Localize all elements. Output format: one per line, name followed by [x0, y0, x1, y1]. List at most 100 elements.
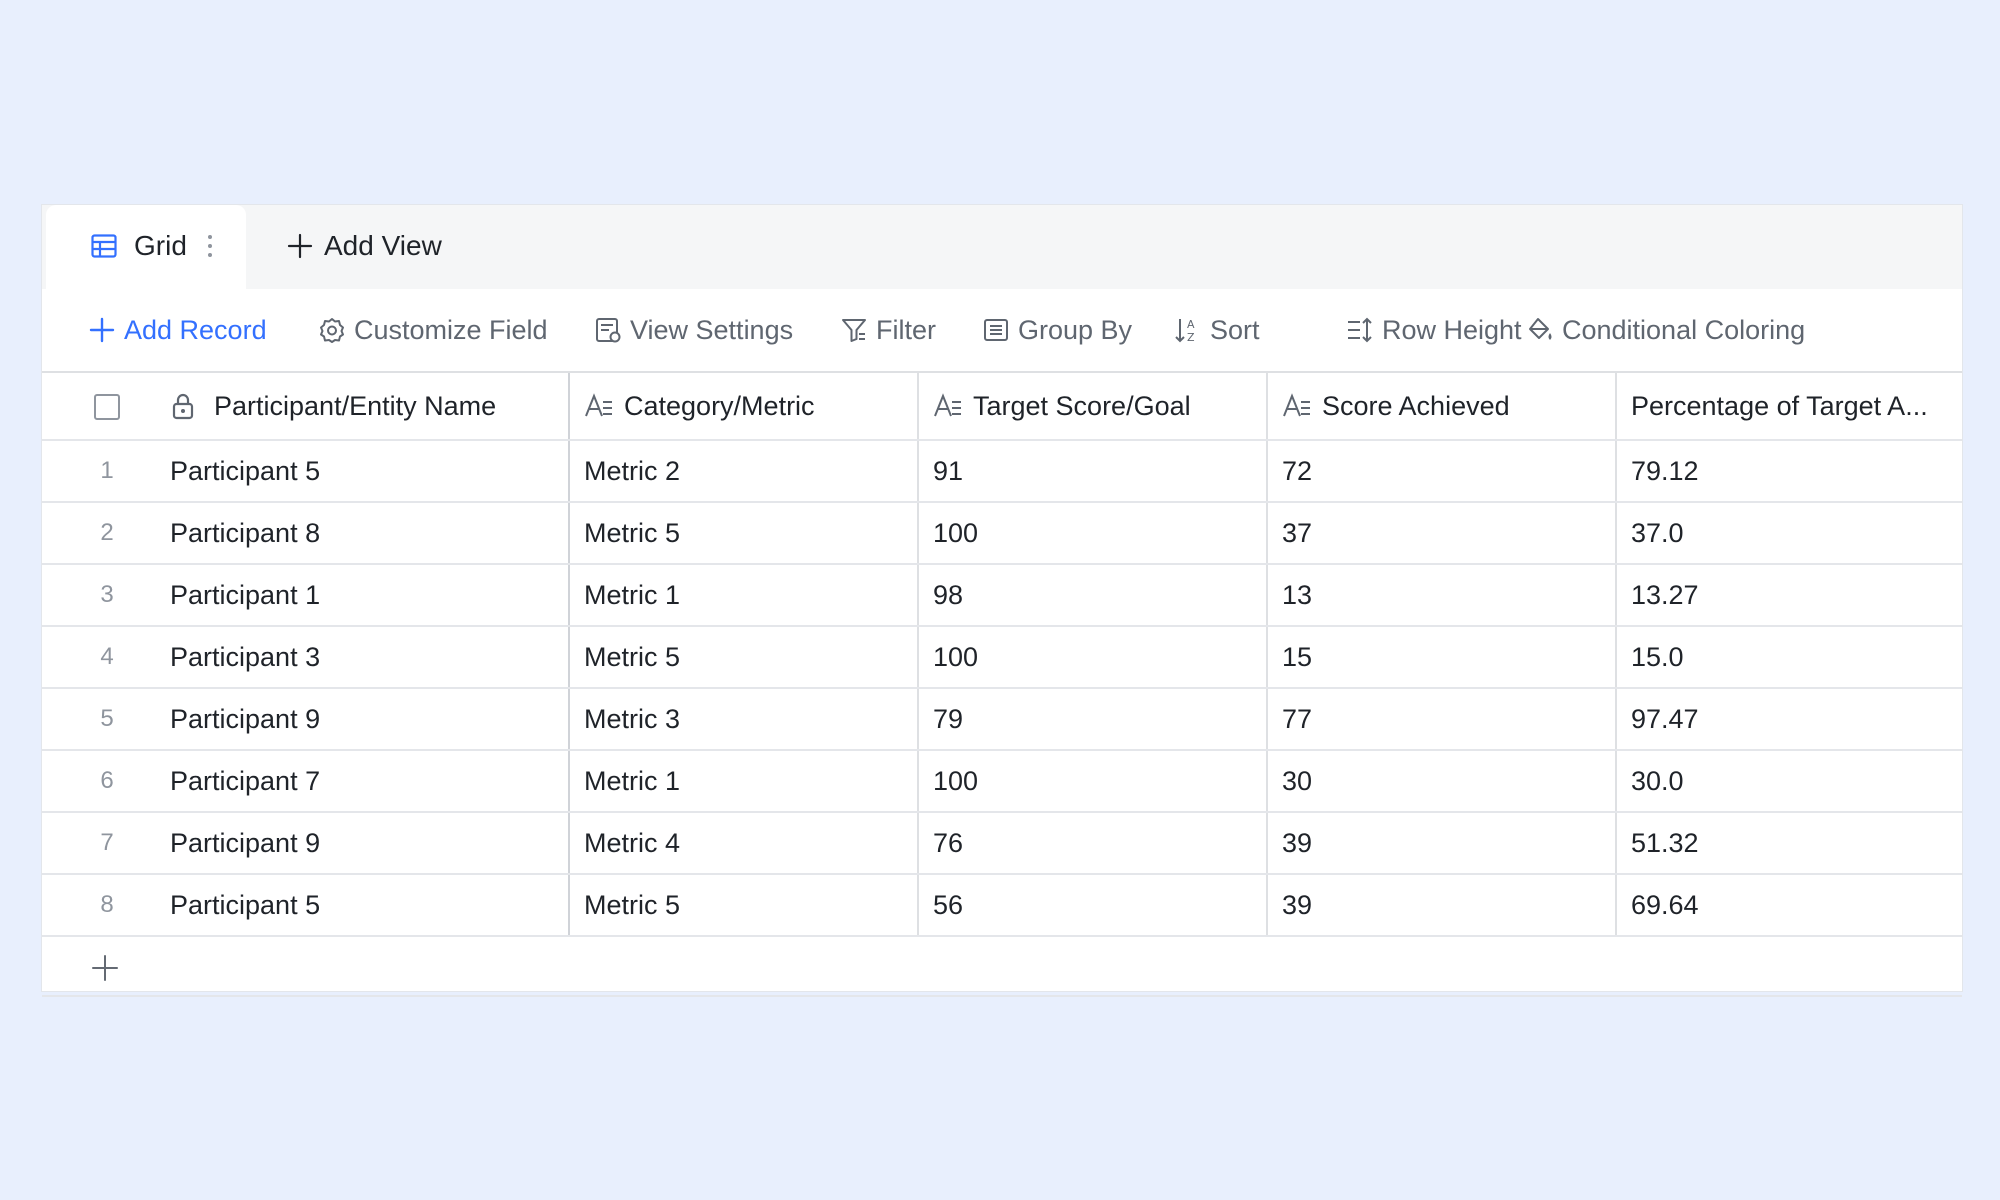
customize-field-button[interactable]: Customize Field: [318, 311, 548, 349]
achieved-cell[interactable]: 13: [1268, 565, 1617, 625]
achieved-cell[interactable]: 37: [1268, 503, 1617, 563]
category-cell[interactable]: Metric 1: [570, 751, 919, 811]
percentage-cell[interactable]: 30.0: [1617, 751, 1962, 811]
row-number: 7: [100, 829, 114, 856]
row-number: 4: [100, 643, 114, 670]
category-cell[interactable]: Metric 1: [570, 565, 919, 625]
table-row[interactable]: 1 Participant 5 Metric 2 91 72 79.12: [42, 441, 1962, 503]
participant-name: Participant 5: [170, 889, 321, 920]
table-header-row: Participant/Entity Name Category/Metric: [42, 373, 1962, 441]
view-tab-bar: Grid Add View: [42, 205, 1962, 289]
column-header-achieved[interactable]: Score Achieved: [1268, 373, 1617, 439]
participant-name: Participant 9: [170, 703, 321, 734]
tab-grid-label: Grid: [134, 230, 187, 261]
column-header-target-label: Target Score/Goal: [973, 390, 1191, 421]
add-view-label: Add View: [324, 230, 442, 261]
name-cell[interactable]: 5 Participant 9: [42, 689, 570, 749]
row-number: 5: [100, 705, 114, 732]
achieved-cell[interactable]: 77: [1268, 689, 1617, 749]
table-row[interactable]: 5 Participant 9 Metric 3 79 77 97.47: [42, 689, 1962, 751]
category-cell[interactable]: Metric 5: [570, 875, 919, 935]
percentage-cell[interactable]: 15.0: [1617, 627, 1962, 687]
achieved-cell[interactable]: 15: [1268, 627, 1617, 687]
filter-icon: [842, 319, 866, 342]
row-number: 8: [100, 891, 114, 918]
target-cell[interactable]: 100: [919, 751, 1268, 811]
percentage-cell[interactable]: 97.47: [1617, 689, 1962, 749]
name-cell[interactable]: 6 Participant 7: [42, 751, 570, 811]
target-cell[interactable]: 100: [919, 627, 1268, 687]
text-field-icon: [934, 393, 961, 417]
group-by-icon: [984, 319, 1008, 341]
column-header-target[interactable]: Target Score/Goal: [919, 373, 1268, 439]
participant-name: Participant 7: [170, 765, 321, 796]
sort-button[interactable]: A Z Sort: [1174, 311, 1260, 349]
target-cell[interactable]: 100: [919, 503, 1268, 563]
column-header-percentage[interactable]: Percentage of Target A...: [1617, 373, 1962, 439]
category-cell[interactable]: Metric 3: [570, 689, 919, 749]
tab-grid[interactable]: Grid: [46, 205, 246, 289]
grid-table-icon: [91, 234, 117, 258]
percentage-cell[interactable]: 13.27: [1617, 565, 1962, 625]
category-cell[interactable]: Metric 2: [570, 441, 919, 501]
table-row[interactable]: 7 Participant 9 Metric 4 76 39 51.32: [42, 813, 1962, 875]
percentage-cell[interactable]: 51.32: [1617, 813, 1962, 873]
paint-bucket-icon: [1529, 318, 1552, 340]
view-settings-button[interactable]: View Settings: [594, 311, 793, 349]
add-row[interactable]: [42, 937, 1962, 997]
lock-icon: [172, 393, 194, 420]
add-record-label: Add Record: [124, 314, 267, 345]
select-all-checkbox[interactable]: [94, 394, 120, 420]
category-cell[interactable]: Metric 5: [570, 503, 919, 563]
row-height-icon: [1348, 317, 1372, 343]
achieved-cell[interactable]: 72: [1268, 441, 1617, 501]
column-header-name-label: Participant/Entity Name: [214, 390, 497, 421]
achieved-cell[interactable]: 39: [1268, 813, 1617, 873]
achieved-cell[interactable]: 30: [1268, 751, 1617, 811]
grid-view-window: Grid Add View Add Record Customize Field…: [42, 205, 1962, 997]
more-vertical-icon[interactable]: [206, 231, 214, 261]
category-cell[interactable]: Metric 4: [570, 813, 919, 873]
percentage-cell[interactable]: 79.12: [1617, 441, 1962, 501]
filter-label: Filter: [876, 314, 936, 345]
name-cell[interactable]: 4 Participant 3: [42, 627, 570, 687]
table-row[interactable]: 6 Participant 7 Metric 1 100 30 30.0: [42, 751, 1962, 813]
table-row[interactable]: 2 Participant 8 Metric 5 100 37 37.0: [42, 503, 1962, 565]
percentage-cell[interactable]: 69.64: [1617, 875, 1962, 935]
row-number: 3: [100, 581, 114, 608]
view-toolbar: Add Record Customize Field View Settings: [42, 289, 1962, 371]
participant-name: Participant 5: [170, 455, 321, 486]
column-header-category[interactable]: Category/Metric: [570, 373, 919, 439]
add-record-button[interactable]: Add Record: [88, 311, 267, 349]
name-cell[interactable]: 2 Participant 8: [42, 503, 570, 563]
table-row[interactable]: 3 Participant 1 Metric 1 98 13 13.27: [42, 565, 1962, 627]
sort-icon: A Z: [1175, 318, 1195, 344]
conditional-coloring-button[interactable]: Conditional Coloring: [1526, 311, 1805, 349]
target-cell[interactable]: 91: [919, 441, 1268, 501]
percentage-cell[interactable]: 37.0: [1617, 503, 1962, 563]
column-header-percentage-label: Percentage of Target A...: [1631, 390, 1928, 421]
add-view-button[interactable]: Add View: [286, 229, 442, 263]
name-cell[interactable]: 8 Participant 5: [42, 875, 570, 935]
target-cell[interactable]: 79: [919, 689, 1268, 749]
participant-name: Participant 8: [170, 517, 321, 548]
group-by-button[interactable]: Group By: [982, 311, 1132, 349]
filter-button[interactable]: Filter: [840, 311, 936, 349]
table-row[interactable]: 4 Participant 3 Metric 5 100 15 15.0: [42, 627, 1962, 689]
row-number: 1: [100, 457, 114, 484]
target-cell[interactable]: 56: [919, 875, 1268, 935]
name-cell[interactable]: 1 Participant 5: [42, 441, 570, 501]
name-cell[interactable]: 7 Participant 9: [42, 813, 570, 873]
text-field-icon: [1283, 393, 1310, 417]
row-height-button[interactable]: Row Height: [1346, 311, 1522, 349]
category-cell[interactable]: Metric 5: [570, 627, 919, 687]
plus-icon[interactable]: [90, 953, 120, 983]
name-cell[interactable]: 3 Participant 1: [42, 565, 570, 625]
column-header-category-label: Category/Metric: [624, 390, 815, 421]
group-by-label: Group By: [1018, 314, 1133, 345]
column-header-name[interactable]: Participant/Entity Name: [42, 373, 570, 439]
table-row[interactable]: 8 Participant 5 Metric 5 56 39 69.64: [42, 875, 1962, 937]
achieved-cell[interactable]: 39: [1268, 875, 1617, 935]
target-cell[interactable]: 98: [919, 565, 1268, 625]
target-cell[interactable]: 76: [919, 813, 1268, 873]
